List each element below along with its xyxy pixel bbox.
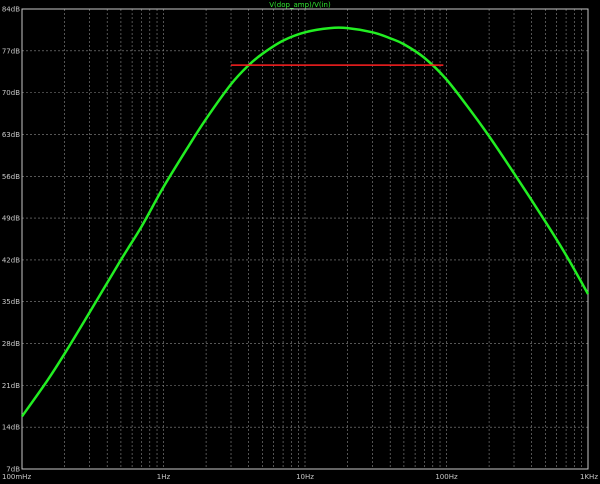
chart-title: V(dop_amp)/V(in) [269, 1, 331, 9]
y-tick-label: 49dB [2, 215, 20, 223]
y-tick-label: 84dB [2, 6, 20, 14]
y-tick-label: 63dB [2, 131, 20, 139]
y-tick-label: 21dB [2, 382, 20, 390]
x-tick-label: 100Hz [435, 473, 458, 481]
y-tick-label: 77dB [2, 47, 20, 55]
grid [22, 8, 588, 470]
x-tick-label: 100mHz [2, 473, 31, 481]
y-tick-label: 14dB [2, 424, 20, 432]
x-axis: 100mHz 1Hz 10Hz 100Hz 1KHz [2, 473, 598, 481]
y-tick-label: 35dB [2, 298, 20, 306]
y-axis: 84dB 77dB 70dB 63dB 56dB 49dB 42dB 35dB 28dB 21dB… [2, 6, 20, 474]
bode-plot: V(dop_amp)/V(in) 84dB 77dB 70dB 63dB 56dB 49d… [2, 1, 598, 481]
y-tick-label: 70dB [2, 89, 20, 97]
x-tick-label: 10Hz [296, 473, 314, 481]
y-tick-label: 42dB [2, 256, 20, 264]
y-tick-label: 56dB [2, 173, 20, 181]
x-tick-label: 1Hz [157, 473, 171, 481]
y-tick-label: 28dB [2, 340, 20, 348]
x-tick-label: 1KHz [580, 473, 598, 481]
